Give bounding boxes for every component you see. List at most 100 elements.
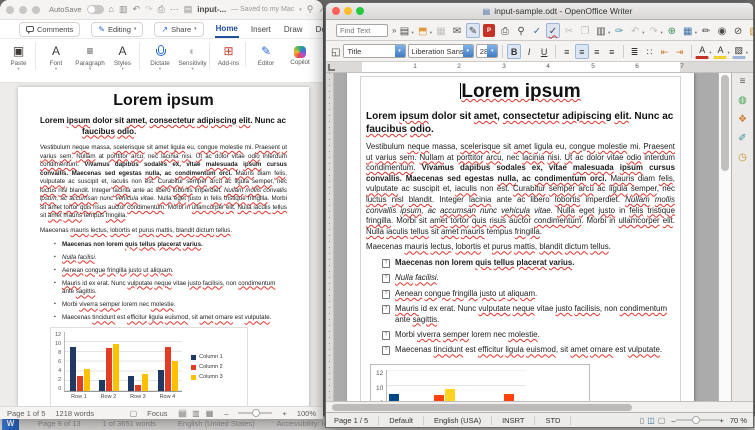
auto-spellcheck-button[interactable]: ✓ — [546, 23, 561, 38]
toolbar-overflow-icon[interactable]: » — [392, 26, 396, 35]
editing-mode-button[interactable]: ✎ Editing ▾ — [91, 22, 143, 37]
font-color-button[interactable]: A ▾ — [695, 44, 712, 59]
tab-draw-button[interactable]: Draw — [283, 22, 304, 37]
zoom-slider[interactable] — [238, 412, 272, 414]
word-page[interactable]: Lorem ipsum Lorem ipsum dolor sit amet, … — [18, 87, 309, 406]
paragraph-style-select[interactable]: Title ▾ — [343, 44, 405, 58]
table-button[interactable]: ▦ ▾ — [681, 23, 698, 38]
horizontal-scrollbar[interactable] — [326, 401, 753, 412]
oo-bar-chart[interactable]: 121086420Row 1Row 2Row 3Row 4 — [370, 364, 590, 401]
close-button[interactable] — [332, 7, 340, 15]
new-button[interactable]: ▤ ▾ — [397, 23, 414, 38]
tab-design-button[interactable]: Design — [315, 22, 323, 37]
selection-mode[interactable]: STD — [535, 416, 571, 425]
sidebar-clock-button[interactable]: ◷ — [738, 152, 747, 164]
horizontal-ruler[interactable]: 1234567 — [326, 62, 753, 73]
print-icon[interactable]: ⎙ — [158, 5, 165, 14]
open-button[interactable]: ⬒ ▾ — [416, 23, 433, 38]
draw-functions-button[interactable]: ✏ — [699, 23, 714, 38]
navigator-button[interactable]: ⊘ — [731, 23, 746, 38]
save-icon[interactable]: ▥ — [119, 5, 128, 14]
underline-button[interactable]: U — [537, 44, 551, 59]
language-indicator[interactable]: English (USA) — [424, 416, 492, 425]
page-preview-button[interactable]: ⚲ — [514, 23, 529, 38]
paragraph-button[interactable]: ≡ Paragraph ▾ — [74, 42, 106, 70]
more-icon[interactable]: ⋯ — [170, 5, 179, 14]
zoom-level[interactable]: 100% — [297, 409, 316, 418]
word-bar-chart[interactable]: 121086420Row 1Row 2Row 3Row 4Column 1Col… — [50, 327, 248, 406]
search-icon[interactable]: ⚲ — [307, 5, 314, 14]
pdf-export-button[interactable]: P — [482, 24, 497, 37]
italic-button[interactable]: I — [522, 44, 536, 59]
decrease-indent-button[interactable]: ⇤ — [658, 44, 672, 59]
autosave-toggle[interactable] — [87, 5, 104, 14]
bullet-list-button[interactable]: ∷ — [643, 44, 657, 59]
zoom-out-button[interactable]: – — [224, 409, 228, 418]
share-button[interactable]: ↗ Share ▾ — [154, 22, 203, 37]
oo-page[interactable]: Lorem ipsum Lorem ipsum dolor sit amet, … — [347, 73, 694, 401]
vertical-scrollbar[interactable] — [718, 73, 731, 401]
email-button[interactable]: ✉ — [450, 23, 465, 38]
sidebar-gallery-button[interactable]: ❖ — [738, 114, 747, 126]
find-text-input[interactable] — [336, 24, 388, 37]
tab-insert-button[interactable]: Insert — [250, 22, 272, 37]
close-button[interactable] — [6, 6, 14, 14]
zoom-level[interactable]: 70 % — [724, 416, 747, 425]
page-indicator[interactable]: Page 1 of 5 — [7, 409, 45, 418]
spellcheck-button[interactable]: ✓ — [530, 23, 545, 38]
zoom-slider[interactable] — [676, 419, 720, 421]
focus-label[interactable]: Focus — [147, 409, 167, 418]
numbered-list-button[interactable]: ≣ — [628, 44, 642, 59]
sensitivity-button[interactable]: ◐ Sensitivity ▾ — [178, 42, 210, 70]
justify-button[interactable]: ≡ — [605, 44, 619, 59]
tab-selector-icon[interactable] — [328, 64, 335, 71]
save-button[interactable]: ▦ — [434, 23, 449, 38]
scrollbar-thumb[interactable] — [332, 404, 632, 411]
multi-page-view-icon[interactable]: ◫ — [647, 416, 655, 425]
print-layout-view-icon[interactable]: ▤ — [178, 409, 188, 418]
undo-icon[interactable]: ↶ — [132, 5, 140, 14]
background-color-button[interactable]: ▧ ▾ — [732, 44, 749, 59]
redo-button[interactable]: ↷ ▾ — [647, 23, 664, 38]
zoom-slider-knob[interactable] — [692, 416, 700, 424]
edit-mode-button[interactable]: ✎ — [466, 23, 481, 38]
styles-button[interactable]: A Styles ▾ — [108, 42, 140, 70]
highlight-color-button[interactable]: A ▾ — [713, 44, 730, 59]
copilot-button[interactable]: Copilot — [284, 42, 316, 66]
cut-button[interactable]: ✂ — [562, 23, 577, 38]
zoom-button[interactable] — [356, 7, 364, 15]
zoom-slider-knob[interactable] — [252, 409, 260, 417]
font-button[interactable]: A Font ▾ — [40, 42, 72, 70]
sidebar-draw-button[interactable]: ✐ — [738, 133, 746, 145]
undo-button[interactable]: ↶ ▾ — [628, 23, 645, 38]
share-icon[interactable]: ↗ — [318, 5, 323, 14]
find-replace-button[interactable]: ◉ — [715, 23, 730, 38]
bold-button[interactable]: B — [507, 44, 521, 59]
increase-indent-button[interactable]: ⇥ — [673, 44, 687, 59]
home-icon[interactable]: ⌂ — [109, 5, 114, 14]
vertical-ruler[interactable] — [326, 73, 334, 401]
sidebar-properties-button[interactable]: ◍ — [738, 95, 747, 107]
format-paintbrush-button[interactable]: ✑ — [612, 23, 627, 38]
single-page-view-icon[interactable]: ▯ — [640, 416, 644, 425]
dictate-button[interactable]: Dictate ▾ — [144, 42, 176, 70]
font-size-select[interactable]: 28 ▾ — [476, 44, 499, 58]
document-title[interactable]: input-... — [197, 5, 226, 14]
insert-mode[interactable]: INSRT — [492, 416, 535, 425]
align-right-button[interactable]: ≡ — [590, 44, 604, 59]
paste-button[interactable]: ▣ Paste ▾ — [4, 42, 36, 70]
read-mode-view-icon[interactable]: ▦ — [205, 409, 215, 418]
page-style[interactable]: Default — [379, 416, 424, 425]
gallery-button[interactable]: ▧ — [747, 23, 754, 38]
add-ins-button[interactable]: ⊞ Add-ins — [214, 42, 246, 67]
align-center-button[interactable]: ≡ — [575, 44, 589, 59]
align-left-button[interactable]: ≡ — [560, 44, 574, 59]
web-layout-view-icon[interactable]: ▥ — [191, 409, 201, 418]
styles-dialog-icon[interactable]: ◱ — [330, 44, 341, 59]
zoom-in-button[interactable]: + — [282, 409, 286, 418]
minimize-button[interactable] — [19, 6, 27, 14]
paste-button[interactable]: ▥ ▾ — [594, 23, 611, 38]
sidebar-menu-button[interactable]: ≡ — [740, 76, 746, 88]
comments-button[interactable]: Comments — [19, 22, 80, 37]
editor-button[interactable]: ✎ Editor — [250, 42, 282, 67]
